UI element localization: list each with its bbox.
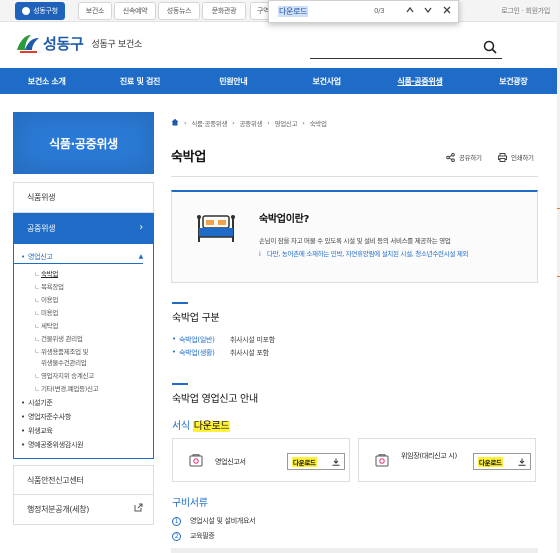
breadcrumb-item[interactable]: 식품·공중위생 <box>191 118 227 128</box>
tab-seongdong-office[interactable]: 성동구청 <box>15 2 65 20</box>
find-input[interactable]: 다운로드 <box>278 6 309 17</box>
chevron-down-icon <box>424 7 432 14</box>
content-bottom-bar <box>171 548 538 553</box>
search-input[interactable] <box>310 58 502 59</box>
page-title: 숙박업 <box>171 150 206 165</box>
lnb-item-disposition[interactable]: 행정처분공개(세창) <box>13 495 154 525</box>
gnb-item-treatment[interactable]: 진료 및 검진 <box>93 68 186 94</box>
lnb-sub-beauty[interactable]: ㄴ 미용업 <box>14 307 153 320</box>
print-icon <box>498 152 507 162</box>
tab-health-center[interactable]: 보건소 <box>78 2 112 20</box>
tab-culture-tour[interactable]: 문화관광 <box>202 2 246 20</box>
search-button[interactable] <box>482 39 498 55</box>
lnb-sub-facility-standard[interactable]: • 시설기준 <box>14 396 153 410</box>
lnb-title: 식품·공중위생 <box>13 112 154 174</box>
classification-row: 숙박업(일반) 취사시설 미포함 <box>172 335 275 345</box>
breadcrumb-sep: › <box>184 119 187 127</box>
info-icon: ⅰ <box>259 250 261 258</box>
find-close-button[interactable] <box>440 5 454 19</box>
definition-text: 손님이 잠을 자고 머물 수 있도록 시설 및 설비 등의 서비스를 제공하는 … <box>259 237 451 245</box>
print-button[interactable]: 인쇄하기 <box>498 152 534 162</box>
home-icon <box>22 7 31 15</box>
brand-name: 성동구 <box>43 34 84 53</box>
breadcrumb-sep: › <box>267 119 270 127</box>
breadcrumb-sep: › <box>302 119 305 127</box>
file-icon <box>189 454 203 467</box>
definition-note: ⅰ 다만, 농어촌에 소재하는 민박, 자연휴양림에 설치된 시설, 청소년수련시… <box>259 250 469 258</box>
tab-seongdong-news[interactable]: 성동뉴스 <box>158 2 200 20</box>
lnb-item-food-safety-report[interactable]: 식품안전신고센터 <box>13 465 154 495</box>
find-prev-button[interactable] <box>403 5 417 19</box>
lnb-sub-lodging[interactable]: ㄴ 숙박업 <box>14 268 153 281</box>
share-button[interactable]: 공유하기 <box>446 152 482 162</box>
definition-box: 숙박업이란? 손님이 잠을 자고 머물 수 있도록 시설 및 설비 등의 서비스… <box>171 190 538 283</box>
gnb-item-civil[interactable]: 민원안내 <box>187 68 280 94</box>
lnb-sub-building-hygiene[interactable]: ㄴ 건물위생 관리업 <box>14 333 153 346</box>
breadcrumb-current: 숙박업 <box>309 120 327 128</box>
document-item: 1 영업시설 및 설비개요서 <box>172 516 256 526</box>
form-name: 위임장(대리신고 시) <box>401 452 457 460</box>
title-divider <box>171 176 538 177</box>
find-in-page-bar: 다운로드 0/3 <box>268 0 459 23</box>
external-link-icon <box>134 503 143 515</box>
top-links: 로그인 · 회원가입 <box>501 7 550 15</box>
download-button[interactable]: 다운로드 <box>287 453 345 470</box>
download-button[interactable]: 다운로드 <box>473 453 531 470</box>
site-logo[interactable]: 성동구 성동구 보건소 <box>15 32 142 54</box>
chevron-right-icon: › <box>139 222 143 233</box>
lnb-sub-barber[interactable]: ㄴ 이용업 <box>14 294 153 307</box>
breadcrumb: › 식품·공중위생 › 공중위생 › 영업신고 › 숙박업 <box>171 118 332 128</box>
home-icon[interactable] <box>171 118 179 128</box>
gnb-item-health-projects[interactable]: 보건사업 <box>280 68 373 94</box>
lnb-item-food-hygiene[interactable]: 식품위생 <box>13 182 154 213</box>
file-icon <box>375 454 389 467</box>
classification-row: 숙박업(생활) 취사시설 포함 <box>172 348 269 358</box>
forms-heading: 서식 다운로드 <box>172 421 231 432</box>
share-icon <box>446 152 455 162</box>
lnb-sub-succession[interactable]: ㄴ 영업자지위 승계신고 <box>14 370 153 383</box>
logo-mark-icon <box>15 32 41 54</box>
gnb-item-health-plaza[interactable]: 보건광장 <box>467 68 560 94</box>
section-title-classification: 숙박업 구분 <box>172 302 220 324</box>
tab-quick-reservation[interactable]: 신속예약 <box>114 2 156 20</box>
find-next-button[interactable] <box>421 5 435 19</box>
download-icon <box>332 458 340 466</box>
lnb-sub-other-report[interactable]: ㄴ 기타(변경,폐업등)신고 <box>14 383 153 396</box>
breadcrumb-item[interactable]: 영업신고 <box>275 118 298 128</box>
forms-heading-highlight: 다운로드 <box>192 421 231 432</box>
main-navigation: 보건소 소개 진료 및 검진 민원안내 보건사업 식품·공중위생 보건광장 <box>0 68 560 94</box>
lnb-sub-business-report[interactable]: • 영업신고 ▲ <box>14 250 143 264</box>
search-icon <box>483 40 497 54</box>
lnb-item-public-hygiene[interactable]: 공중위생 › <box>13 213 154 244</box>
site-name: 성동구 보건소 <box>91 39 143 50</box>
breadcrumb-item[interactable]: 공중위생 <box>239 118 262 128</box>
bed-icon <box>194 208 238 246</box>
lnb-sub-hygiene-products[interactable]: ㄴ 위생용품제조업 및 위생물수건관리업 <box>14 346 153 370</box>
download-card: 영업신고서 다운로드 <box>172 438 350 482</box>
gnb-item-intro[interactable]: 보건소 소개 <box>0 68 93 94</box>
section-title-report-guide: 숙박업 영업신고 안내 <box>172 383 258 405</box>
definition-title: 숙박업이란? <box>259 214 310 225</box>
lnb-sub-compliance[interactable]: • 영업자준수사항 <box>14 410 153 424</box>
close-icon <box>443 6 451 14</box>
lnb-sub-education[interactable]: • 위생교육 <box>14 424 153 438</box>
breadcrumb-sep: › <box>232 119 235 127</box>
gnb-item-food-hygiene[interactable]: 식품·공중위생 <box>373 68 466 94</box>
download-card: 위임장(대리신고 시) 다운로드 <box>358 438 536 482</box>
lnb-sub-laundry[interactable]: ㄴ 세탁업 <box>14 320 153 333</box>
download-icon <box>518 458 526 466</box>
find-count: 0/3 <box>374 7 385 15</box>
lnb-sub-bath[interactable]: ㄴ 목욕장업 <box>14 281 153 294</box>
lnb-submenu: • 영업신고 ▲ ㄴ 숙박업 ㄴ 목욕장업 ㄴ 이용업 ㄴ 미용업 ㄴ 세탁업 ㄴ 건물위생 관… <box>13 244 154 459</box>
chevron-up-icon <box>406 6 414 13</box>
document-item: 2 교육필증 <box>172 531 215 541</box>
login-link[interactable]: 로그인 <box>501 7 520 15</box>
join-link[interactable]: 회원가입 <box>525 7 550 15</box>
form-name: 영업신고서 <box>215 458 246 466</box>
side-navigation: 식품위생 공중위생 › • 영업신고 ▲ ㄴ 숙박업 ㄴ 목욕장업 ㄴ 이용업 ㄴ 미용업 ㄴ… <box>13 182 154 525</box>
documents-heading: 구비서류 <box>172 498 208 509</box>
collapse-icon: ▲ <box>138 253 144 260</box>
lnb-sub-inspector[interactable]: • 명예공중위생감시원 <box>14 438 153 452</box>
